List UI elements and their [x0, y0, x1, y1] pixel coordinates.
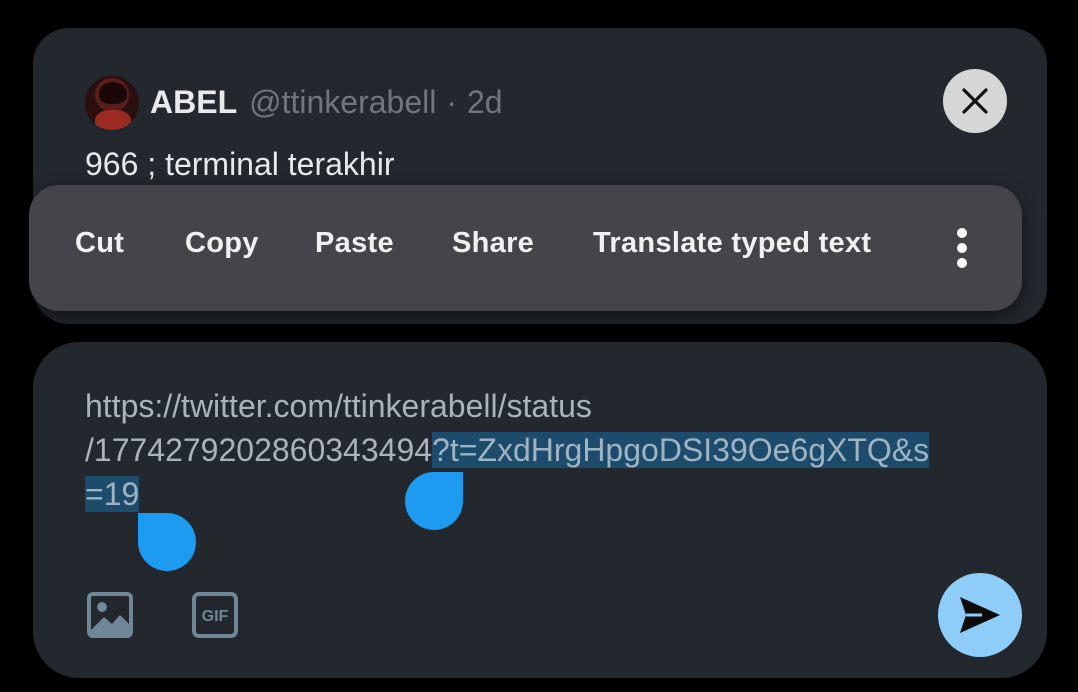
- close-icon: [962, 88, 988, 114]
- selected-text-end: =19: [85, 476, 140, 512]
- gif-icon[interactable]: GIF: [190, 590, 240, 640]
- text-selection-menu: Cut Copy Paste Share Translate typed tex…: [29, 185, 1022, 311]
- compose-line-3: =19: [85, 472, 1025, 516]
- selection-start-handle[interactable]: [405, 472, 463, 530]
- send-icon: [960, 597, 1000, 633]
- more-vertical-icon-dot: [957, 258, 967, 268]
- send-button[interactable]: [938, 573, 1022, 657]
- compose-line-2: /1774279202860343494?t=ZxdHrgHpgoDSI39Oe…: [85, 428, 1025, 472]
- close-button[interactable]: [943, 69, 1007, 133]
- menu-item-cut[interactable]: Cut: [75, 227, 124, 260]
- selection-end-handle[interactable]: [138, 513, 196, 571]
- header-separator: ·: [446, 84, 457, 120]
- compose-box: https://twitter.com/ttinkerabell/status …: [33, 342, 1047, 678]
- display-name[interactable]: ABEL: [150, 84, 237, 121]
- menu-item-share[interactable]: Share: [452, 227, 534, 260]
- image-icon[interactable]: [85, 590, 135, 640]
- more-options-button[interactable]: [947, 215, 977, 281]
- more-vertical-icon: [957, 228, 967, 238]
- menu-item-translate[interactable]: Translate typed text: [593, 227, 871, 260]
- avatar-dress: [95, 110, 131, 130]
- svg-text:GIF: GIF: [202, 608, 229, 625]
- avatar[interactable]: [85, 76, 139, 130]
- user-handle: @ttinkerabell: [249, 84, 437, 120]
- more-vertical-icon-dot: [957, 243, 967, 253]
- compose-text-unselected: /1774279202860343494: [85, 432, 433, 468]
- tweet-header: ABEL @ttinkerabell · 2d: [150, 84, 503, 124]
- avatar-hair: [99, 82, 127, 104]
- compose-text-field[interactable]: https://twitter.com/ttinkerabell/status …: [85, 384, 1025, 516]
- tweet-time: 2d: [467, 84, 503, 120]
- selected-text: ?t=ZxdHrgHpgoDSI39Oe6gXTQ&s: [432, 432, 930, 468]
- menu-item-copy[interactable]: Copy: [185, 227, 259, 260]
- menu-item-paste[interactable]: Paste: [315, 227, 394, 260]
- compose-line-1: https://twitter.com/ttinkerabell/status: [85, 388, 592, 424]
- tweet-text: 966 ; terminal terakhir: [85, 146, 395, 182]
